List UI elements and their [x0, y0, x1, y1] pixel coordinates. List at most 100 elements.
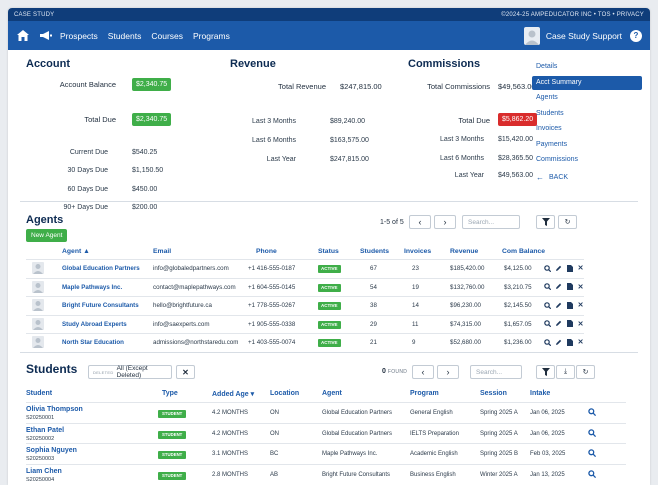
agent-name[interactable]: Bright Future Consultants — [62, 297, 139, 314]
agents-title: Agents — [26, 214, 64, 226]
row-actions: ✕ — [544, 263, 584, 273]
edit-icon[interactable] — [555, 319, 562, 329]
delete-icon[interactable]: ✕ — [577, 282, 584, 292]
agents-refresh-button[interactable]: ↻ — [558, 215, 577, 229]
side-menu-item-students[interactable]: Students — [532, 107, 642, 121]
account-title: Account — [26, 58, 70, 70]
search-icon[interactable] — [588, 408, 597, 418]
delete-icon[interactable]: ✕ — [577, 319, 584, 329]
search-icon[interactable] — [588, 469, 597, 480]
agents-column-header[interactable]: Email — [153, 248, 171, 255]
due-value: $200.00 — [132, 204, 158, 211]
agent-name[interactable]: Global Education Partners — [62, 260, 140, 277]
search-icon[interactable] — [544, 282, 551, 292]
megaphone-icon[interactable] — [38, 29, 52, 43]
students-column-header[interactable]: Added Age ▾ — [212, 390, 254, 398]
revenue-period-value: $163,575.00 — [330, 137, 369, 144]
students-column-header[interactable]: Student — [26, 390, 52, 397]
student-name[interactable]: Ethan Patel — [26, 427, 64, 434]
student-name[interactable]: Liam Chen — [26, 468, 62, 475]
side-menu-item-invoices[interactable]: Invoices — [532, 122, 642, 136]
document-icon[interactable] — [566, 300, 573, 310]
document-icon[interactable] — [566, 263, 573, 273]
edit-icon[interactable] — [555, 263, 562, 273]
students-column-header[interactable]: Agent — [322, 390, 342, 397]
students-filter-button[interactable] — [536, 365, 555, 379]
total-commissions-label: Total Commissions — [427, 82, 490, 91]
user-avatar[interactable] — [523, 26, 540, 45]
nav-courses[interactable]: Courses — [151, 31, 183, 41]
students-refresh-button[interactable]: ↻ — [576, 365, 595, 379]
side-menu-item-details[interactable]: Details — [532, 60, 642, 74]
students-column-header[interactable]: Session — [480, 390, 507, 397]
agent-avatar — [32, 280, 44, 293]
document-icon[interactable] — [566, 282, 573, 292]
edit-icon[interactable] — [555, 300, 562, 310]
agents-column-header[interactable]: Com Balance — [502, 248, 545, 255]
agent-name[interactable]: Maple Pathways Inc. — [62, 279, 122, 296]
search-icon[interactable] — [588, 449, 597, 459]
search-icon[interactable] — [588, 428, 597, 439]
search-icon[interactable] — [544, 263, 551, 273]
side-menu-item-agents[interactable]: Agents — [532, 91, 642, 105]
student-row[interactable]: Sophia Nguyen S20250003 STUDENT 3.1 MONTHS B… — [26, 443, 626, 464]
students-search-input[interactable]: Search... — [470, 365, 522, 379]
student-row[interactable]: Ethan Patel S20250002 STUDENT 4.2 MONTHS ON G… — [26, 422, 626, 444]
students-prev-button[interactable]: ‹ — [412, 365, 434, 379]
nav-programs[interactable]: Programs — [193, 31, 230, 41]
agents-column-header[interactable]: Revenue — [450, 248, 478, 255]
nav-students[interactable]: Students — [108, 31, 142, 41]
students-column-header[interactable]: Intake — [530, 390, 550, 397]
student-name[interactable]: Olivia Thompson — [26, 406, 83, 413]
students-column-header[interactable]: Type — [162, 390, 178, 397]
agents-column-header[interactable]: Invoices — [404, 248, 431, 255]
agents-next-button[interactable]: › — [434, 215, 456, 229]
student-row[interactable]: Olivia Thompson S20250001 STUDENT 4.2 MONTH… — [26, 402, 626, 423]
agent-row[interactable]: Bright Future Consultants hello@brightfut… — [26, 296, 584, 313]
document-icon[interactable] — [566, 319, 573, 329]
agent-balance: $1,236.00 — [504, 339, 532, 346]
agent-name[interactable]: North Star Education — [62, 334, 124, 351]
new-agent-button[interactable]: New Agent — [26, 229, 68, 242]
nav-prospects[interactable]: Prospects — [60, 31, 98, 41]
edit-icon[interactable] — [555, 337, 562, 347]
row-actions: ✕ — [544, 282, 584, 292]
search-icon[interactable] — [544, 300, 551, 310]
agents-filter-button[interactable] — [536, 215, 555, 229]
side-menu-item-acct-summary[interactable]: Acct Summary — [532, 75, 642, 90]
back-link[interactable]: ← BACK — [532, 173, 642, 182]
help-icon[interactable]: ? — [630, 29, 642, 42]
user-name[interactable]: Case Study Support — [546, 31, 622, 41]
students-column-header[interactable]: Program — [410, 390, 439, 397]
students-download-button[interactable]: ⤓ — [556, 365, 575, 379]
clear-filter-button[interactable]: ✕ — [176, 365, 195, 379]
agents-column-header[interactable]: Phone — [256, 248, 277, 255]
agents-column-header[interactable]: Students — [360, 248, 389, 255]
students-filter-select[interactable]: DELETED All (Except Deleted) — [88, 365, 172, 379]
agent-avatar — [32, 336, 44, 348]
search-icon[interactable] — [544, 337, 551, 347]
agents-search-input[interactable]: Search... — [462, 215, 520, 229]
edit-icon[interactable] — [555, 282, 562, 292]
home-icon[interactable] — [16, 29, 30, 43]
delete-icon[interactable]: ✕ — [577, 300, 584, 310]
agents-column-header[interactable]: Agent ▲ — [62, 248, 90, 255]
document-icon[interactable] — [566, 337, 573, 347]
agent-row[interactable]: Study Abroad Experts info@saexperts.com +1… — [26, 314, 584, 333]
side-menu-item-commissions[interactable]: Commissions — [532, 153, 642, 167]
agent-row[interactable]: Maple Pathways Inc. contact@maplepathways… — [26, 277, 584, 296]
copyright-links[interactable]: ©2024-25 AMPEDUCATOR INC • TOS • PRIVACY — [501, 12, 644, 18]
delete-icon[interactable]: ✕ — [577, 337, 584, 347]
agent-name[interactable]: Study Abroad Experts — [62, 316, 127, 333]
agents-column-header[interactable]: Status — [318, 248, 339, 255]
students-next-button[interactable]: › — [437, 365, 459, 379]
agents-prev-button[interactable]: ‹ — [409, 215, 431, 229]
side-menu-item-payments[interactable]: Payments — [532, 138, 642, 152]
agent-row[interactable]: North Star Education admissions@northstar… — [26, 333, 584, 350]
student-name[interactable]: Sophia Nguyen — [26, 447, 77, 454]
student-row[interactable]: Liam Chen S20250004 STUDENT 2.8 MONTHS AB Bri… — [26, 463, 626, 485]
students-column-header[interactable]: Location — [270, 390, 299, 397]
agent-row[interactable]: Global Education Partners info@globaledpa… — [26, 259, 584, 276]
delete-icon[interactable]: ✕ — [577, 263, 584, 273]
search-icon[interactable] — [544, 319, 551, 329]
